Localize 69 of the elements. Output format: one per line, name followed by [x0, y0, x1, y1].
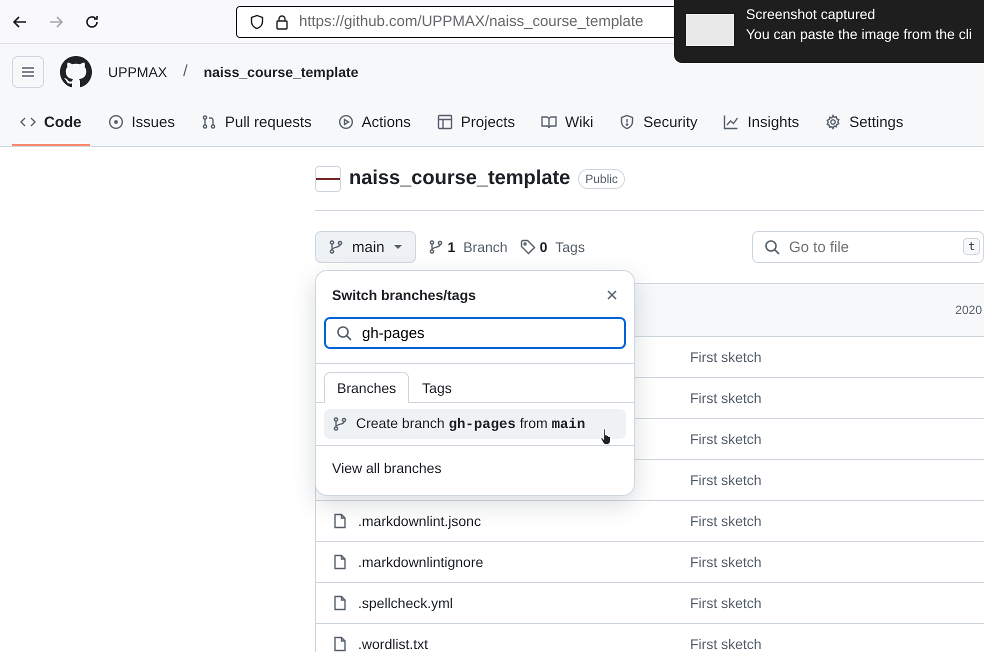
repo-tab[interactable]: Settings: [817, 100, 912, 146]
branch-select-button[interactable]: main: [315, 231, 416, 263]
create-branch-item[interactable]: Create branch gh-pages from main: [324, 409, 626, 439]
visibility-label: Public: [578, 168, 625, 188]
file-link[interactable]: .spellcheck.yml: [358, 595, 453, 611]
reload-icon[interactable]: [84, 14, 100, 30]
table-icon: [436, 114, 453, 130]
file-link[interactable]: .wordlist.txt: [358, 636, 428, 652]
commit-message-link[interactable]: First sketch: [690, 554, 762, 570]
branches-link[interactable]: 1 Branch: [428, 239, 508, 255]
menu-tab[interactable]: Tags: [409, 372, 465, 403]
commit-message-link[interactable]: First sketch: [690, 513, 762, 529]
branch-icon: [428, 239, 444, 255]
tag-icon: [520, 239, 536, 255]
menu-button[interactable]: [12, 56, 44, 88]
search-icon: [764, 239, 780, 255]
toast-message: You can paste the image from the cli: [746, 26, 972, 42]
commit-message-link[interactable]: First sketch: [690, 636, 762, 652]
pull-request-icon: [200, 114, 217, 130]
repo-link[interactable]: naiss_course_template: [204, 64, 358, 80]
repo-title: naiss_course_template: [349, 167, 570, 190]
shield-icon: [619, 114, 636, 130]
menu-title: Switch branches/tags: [332, 287, 476, 303]
commit-message-link[interactable]: First sketch: [690, 431, 762, 447]
owner-link[interactable]: UPPMAX: [108, 64, 168, 80]
commit-message-link[interactable]: First sketch: [690, 472, 762, 488]
screenshot-thumbnail: [686, 14, 734, 46]
repo-avatar: [315, 166, 341, 192]
back-icon[interactable]: [12, 14, 28, 30]
url-text: https://github.com/UPPMAX/naiss_course_template: [299, 13, 644, 30]
menu-tab[interactable]: Branches: [324, 372, 410, 403]
repo-tab[interactable]: Pull requests: [192, 100, 320, 146]
hand-cursor-icon: [600, 427, 614, 445]
repo-tab[interactable]: Insights: [715, 100, 808, 146]
branch-icon: [332, 416, 348, 432]
octocat-logo-icon[interactable]: [60, 56, 92, 88]
search-icon: [336, 325, 352, 341]
file-icon: [332, 554, 348, 570]
book-icon: [540, 114, 557, 130]
file-icon: [332, 595, 348, 611]
lock-icon: [275, 14, 289, 30]
repo-tab[interactable]: Actions: [330, 100, 419, 146]
commit-message-link[interactable]: First sketch: [690, 390, 762, 406]
path-separator: /: [183, 63, 188, 81]
caret-icon: [392, 244, 403, 250]
close-icon[interactable]: [606, 289, 618, 301]
branch-icon: [328, 239, 344, 255]
repo-tab[interactable]: Code: [12, 100, 90, 146]
toast-title: Screenshot captured: [746, 6, 876, 22]
file-icon: [332, 513, 348, 529]
repo-tab[interactable]: Issues: [100, 100, 183, 146]
tags-link[interactable]: 0 Tags: [520, 239, 585, 255]
shield-icon: [249, 14, 265, 30]
file-link[interactable]: .markdownlintignore: [358, 554, 484, 570]
play-icon: [338, 114, 354, 130]
graph-icon: [723, 114, 740, 130]
file-icon: [332, 636, 348, 652]
commit-message-link[interactable]: First sketch: [690, 349, 762, 365]
repo-tab[interactable]: Security: [611, 100, 706, 146]
branch-search-field[interactable]: gh-pages: [324, 317, 626, 349]
commit-date: 2020: [955, 303, 982, 317]
keyboard-shortcut: t: [963, 238, 980, 255]
circle-dot-icon: [108, 114, 124, 130]
repo-tab[interactable]: Wiki: [532, 100, 602, 146]
file-link[interactable]: .markdownlint.jsonc: [358, 513, 481, 529]
repo-tab[interactable]: Projects: [428, 100, 523, 146]
settings-icon: [825, 114, 842, 130]
view-all-branches-link[interactable]: View all branches: [332, 460, 442, 476]
commit-message-link[interactable]: First sketch: [690, 595, 762, 611]
